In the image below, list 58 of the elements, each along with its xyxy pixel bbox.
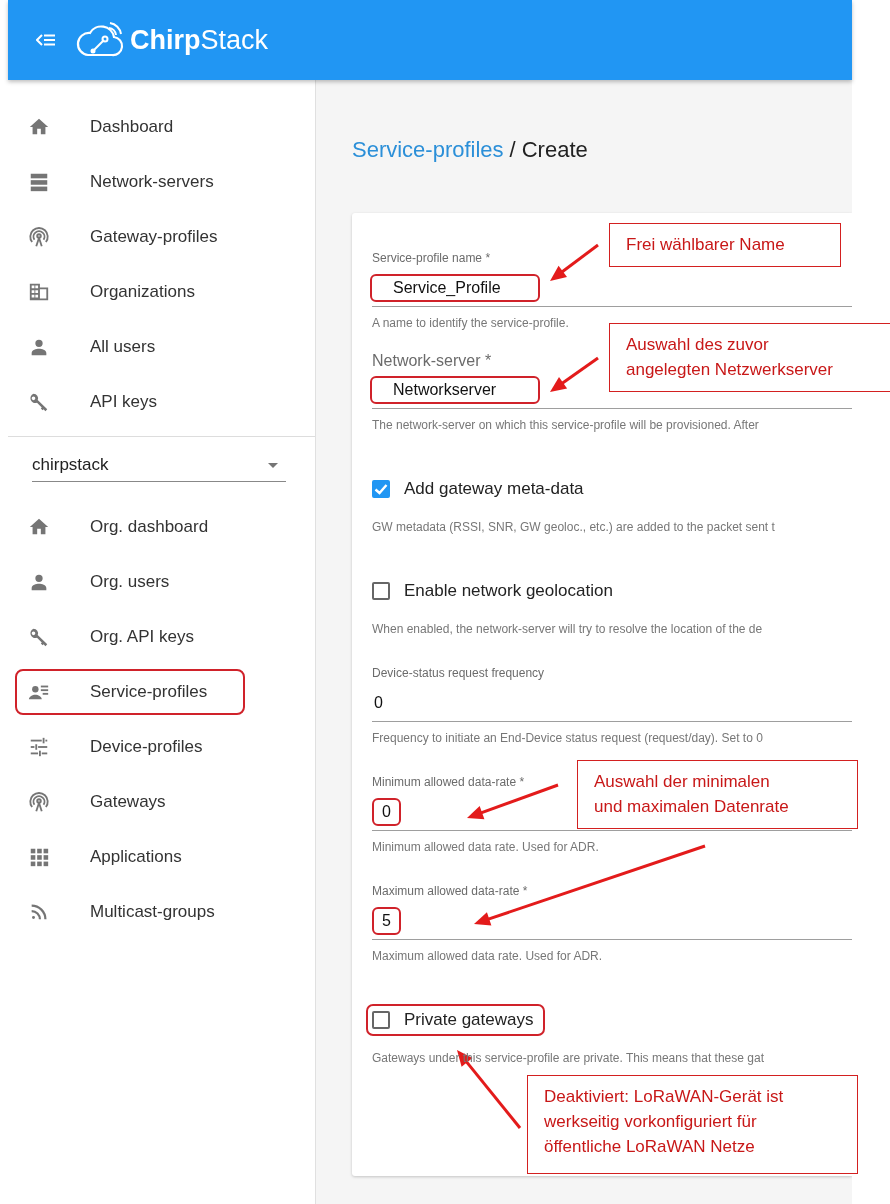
helper-text: The network-server on which this service-profile will be provisioned. After	[372, 417, 759, 433]
sidebar-item[interactable]: All users	[15, 324, 245, 370]
checkbox[interactable]	[372, 480, 390, 498]
helper-text: Maximum allowed data rate. Used for ADR.	[372, 948, 603, 964]
page-title: Create	[521, 137, 588, 162]
helper-text: Minimum allowed data rate. Used for ADR.	[372, 839, 599, 855]
cloud-logo-icon	[76, 21, 124, 59]
checkbox-option[interactable]: Private gateways	[366, 1004, 546, 1036]
helper-text: A name to identify the service-profile.	[372, 315, 569, 331]
annotation-callout: Deaktiviert: LoRaWAN-Gerät ist werkseitig vorkonfiguriert für öffentliche LoRaWAN Netze	[527, 1075, 858, 1174]
annotation-arrow	[550, 356, 599, 392]
sidebar-item[interactable]: Org. users	[15, 559, 245, 605]
collapse-menu-icon[interactable]	[36, 33, 56, 47]
field-label: Device-status request frequency	[372, 665, 545, 681]
sidebar-item[interactable]: Network-servers	[15, 159, 245, 205]
checkbox[interactable]	[372, 1011, 390, 1029]
input-field[interactable]: Service_Profile	[370, 274, 540, 302]
input-field[interactable]: Networkserver	[370, 376, 540, 404]
input-field[interactable]: 5	[372, 907, 401, 935]
annotation-callout: Auswahl der minimalen und maximalen Datenrate	[577, 760, 858, 829]
sliders-icon	[28, 736, 50, 758]
field-label: Service-profile name *	[372, 250, 491, 266]
sidebar-item[interactable]: Org. API keys	[15, 614, 245, 660]
sidebar-item[interactable]: Dashboard	[15, 104, 245, 150]
key-icon	[28, 626, 50, 648]
organization-select[interactable]: chirpstack	[32, 451, 286, 482]
checkbox[interactable]	[372, 582, 390, 600]
field-label: Maximum allowed data-rate *	[372, 883, 528, 899]
field-label: Minimum allowed data-rate *	[372, 774, 525, 790]
input-field[interactable]: 0	[372, 689, 385, 717]
checkbox-option[interactable]: Add gateway meta-data	[366, 473, 596, 505]
sidebar-item[interactable]: Gateway-profiles	[15, 214, 245, 260]
caret-icon	[268, 462, 278, 468]
field-label: Network-server *	[372, 351, 492, 371]
server-icon	[28, 171, 50, 193]
checkbox-option[interactable]: Enable network geolocation	[366, 575, 625, 607]
annotation-callout: Frei wählbarer Name	[609, 223, 841, 267]
sidebar-item[interactable]: Organizations	[15, 269, 245, 315]
helper-text: GW metadata (RSSI, SNR, GW geoloc., etc.) are added to the packet sent t	[372, 519, 775, 535]
annotation-arrow	[550, 243, 599, 281]
antenna-icon	[28, 791, 50, 813]
building-icon	[28, 281, 50, 303]
grid-icon	[28, 846, 50, 868]
sidebar-item[interactable]: Applications	[15, 834, 245, 880]
annotation-callout: Auswahl des zuvor angelegten Netzwerkserver	[609, 323, 890, 392]
sidebar-item[interactable]: Org. dashboard	[15, 504, 245, 550]
helper-text: When enabled, the network-server will try to resolve the location of the de	[372, 621, 763, 637]
input-field[interactable]: 0	[372, 798, 401, 826]
brand-name: ChirpStack	[130, 24, 269, 56]
helper-text: Frequency to initiate an End-Device status request (request/day). Set to 0	[372, 730, 763, 746]
sidebar-item[interactable]: API keys	[15, 379, 245, 425]
sidebar-item[interactable]: Service-profiles	[15, 669, 245, 715]
sidebar-item[interactable]: Device-profiles	[15, 724, 245, 770]
sidebar-item[interactable]: Gateways	[15, 779, 245, 825]
breadcrumb-separator: /	[509, 137, 516, 162]
antenna-icon	[28, 226, 50, 248]
sidebar-item[interactable]: Multicast-groups	[15, 889, 245, 935]
key-icon	[28, 391, 50, 413]
